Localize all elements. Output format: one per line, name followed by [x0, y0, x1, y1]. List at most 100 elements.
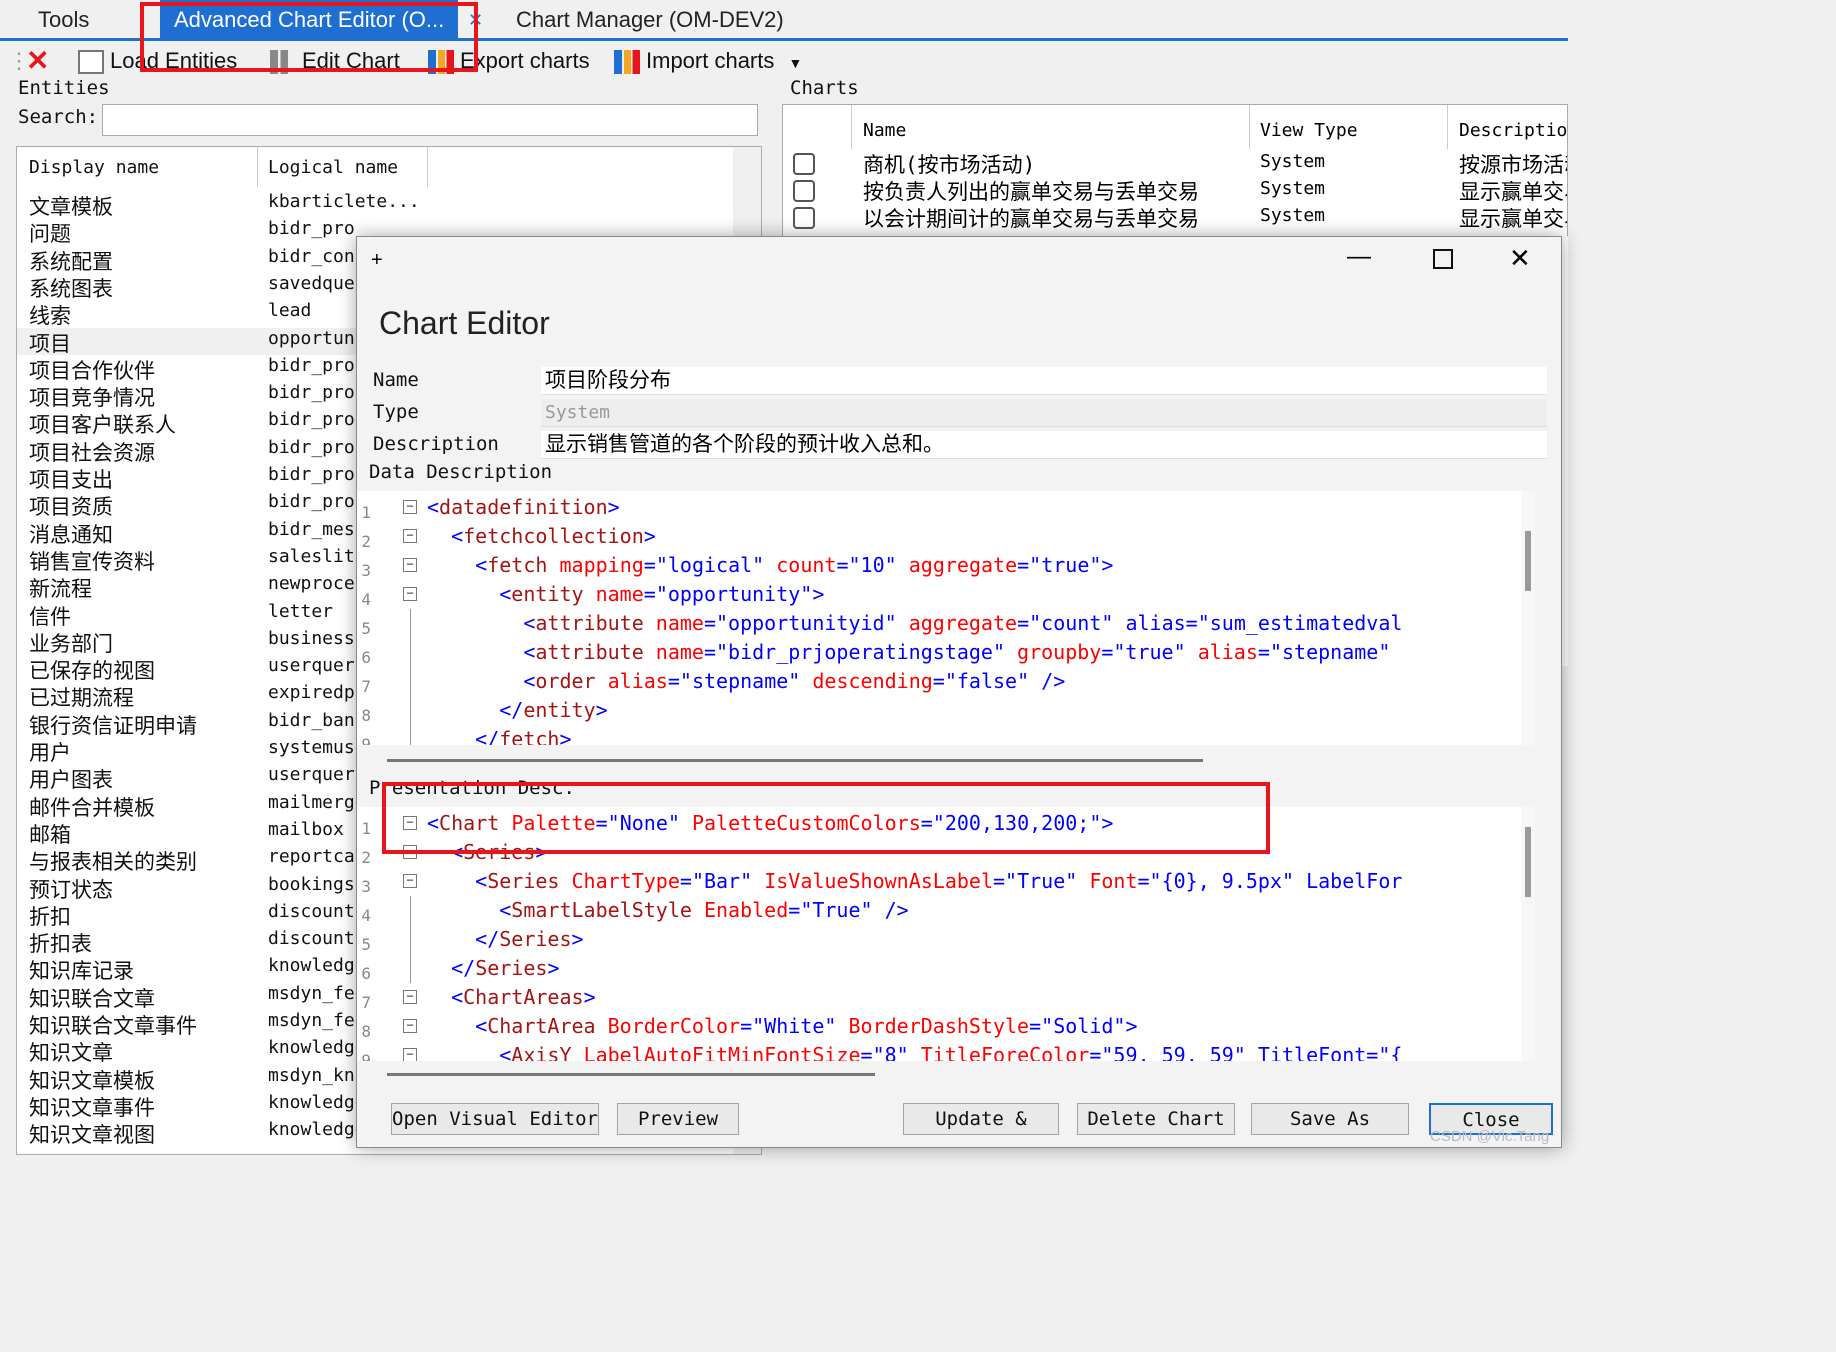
tab-chart-manager[interactable]: Chart Manager (OM-DEV2) [516, 0, 784, 38]
entity-display-name: 项目合作伙伴 [29, 358, 155, 383]
fold-toggle-icon[interactable]: − [403, 845, 417, 859]
load-entities-button[interactable]: Load Entities [78, 45, 237, 77]
data-description-label: Data Description [369, 461, 553, 483]
fold-toggle-icon[interactable]: − [403, 874, 417, 888]
tab-tools[interactable]: Tools [38, 0, 89, 38]
minimize-icon[interactable]: — [1347, 243, 1371, 271]
entity-logical-name: msdyn_kno [268, 1064, 356, 1086]
fold-toggle-icon[interactable]: − [403, 816, 417, 830]
scrollbar-thumb[interactable] [1525, 827, 1531, 897]
presentation-editor[interactable]: 1− <Chart Palette="None" PaletteCustomCol… [357, 807, 1535, 1061]
import-charts-button[interactable]: Import charts ▼ [614, 45, 802, 77]
entity-display-name: 已保存的视图 [29, 659, 155, 684]
chevron-down-icon[interactable]: ▼ [789, 55, 803, 71]
code-line: <order alias="stepname" descending="fals… [523, 669, 1066, 693]
save-as-button[interactable]: Save As [1251, 1103, 1409, 1135]
entity-display-name: 项目竞争情况 [29, 386, 155, 411]
name-input[interactable]: 项目阶段分布 [541, 367, 1547, 395]
description-label: Description [373, 433, 499, 455]
line-number: 7 [361, 993, 371, 1012]
entity-display-name: 知识联合文章事件 [29, 1014, 197, 1038]
horizontal-scrollbar[interactable] [387, 759, 1203, 762]
fold-toggle-icon[interactable]: − [403, 529, 417, 543]
entity-display-name: 折扣 [29, 904, 71, 929]
data-description-editor[interactable]: 1− <datadefinition> 2− <fetchcollection> 3−… [357, 491, 1535, 745]
line-number: 6 [361, 648, 371, 667]
entity-display-name: 折扣表 [29, 932, 92, 957]
entity-logical-name: discount [268, 928, 355, 950]
scrollbar[interactable] [1521, 491, 1535, 745]
line-number: 1 [361, 503, 371, 522]
fold-guide [410, 696, 411, 725]
entity-logical-name: savedquer [268, 272, 356, 294]
table-icon [78, 50, 104, 75]
tab-advanced-chart-editor[interactable]: Advanced Chart Editor (O... [160, 0, 459, 38]
row-checkbox[interactable] [793, 207, 815, 229]
row-checkbox[interactable] [793, 180, 815, 202]
entity-logical-name: bidr_proj [268, 464, 356, 485]
line-number: 8 [361, 706, 371, 725]
entity-logical-name: userquery [268, 655, 356, 677]
code-line: <datadefinition> [427, 495, 620, 519]
entity-display-name: 用户 [29, 741, 71, 765]
plus-icon[interactable]: + [371, 249, 383, 272]
fold-toggle-icon[interactable]: − [403, 558, 417, 572]
maximize-icon[interactable] [1433, 249, 1453, 269]
column-header-name[interactable]: Name [863, 120, 906, 141]
entity-logical-name: bidr_pros [268, 436, 356, 458]
fold-toggle-icon[interactable]: − [403, 990, 417, 1004]
update-button[interactable]: Update & [903, 1103, 1059, 1135]
entity-logical-name: bidr_proj [268, 382, 356, 404]
close-tab-icon[interactable]: ✕ [468, 0, 483, 38]
fold-toggle-icon[interactable]: − [403, 500, 417, 514]
chart-row[interactable]: 以会计期间计的赢单交易与丢单交易 System 显示赢单交易 [783, 203, 1567, 231]
chart-row[interactable]: 按负责人列出的赢单交易与丢单交易 System 显示赢单交易 [783, 176, 1567, 204]
entity-logical-name: bidr_proissue [268, 218, 356, 240]
export-charts-button[interactable]: Export charts [428, 45, 590, 77]
column-header-logical-name[interactable]: Logical name [268, 157, 398, 178]
horizontal-scrollbar[interactable] [387, 1073, 875, 1076]
edit-chart-button[interactable]: Edit Chart [270, 45, 400, 77]
fold-guide [410, 925, 411, 954]
delete-chart-button[interactable]: Delete Chart [1077, 1103, 1235, 1135]
code-line: <entity name="opportunity"> [499, 582, 825, 606]
entity-display-name: 知识文章事件 [29, 1095, 155, 1120]
entity-logical-name: business [268, 627, 355, 649]
fold-toggle-icon[interactable]: − [403, 1019, 417, 1033]
line-number: 6 [361, 964, 371, 983]
column-header-view-type[interactable]: View Type [1260, 120, 1358, 141]
search-input[interactable] [102, 104, 758, 136]
entity-display-name: 信件 [29, 604, 71, 629]
description-input[interactable]: 显示销售管道的各个阶段的预计收入总和。 [541, 431, 1547, 459]
code-line: <ChartArea BorderColor="White" BorderDas… [475, 1014, 1138, 1038]
entity-logical-name: saleslit [268, 545, 355, 567]
preview-button[interactable]: Preview [617, 1103, 739, 1135]
open-visual-editor-button[interactable]: Open Visual Editor [391, 1103, 599, 1135]
entity-display-name: 系统配置 [29, 249, 113, 274]
line-number: 8 [361, 1022, 371, 1041]
column-header-display-name[interactable]: Display name [29, 157, 159, 178]
close-window-icon[interactable]: ✕ [1509, 243, 1531, 274]
close-icon[interactable]: ✕ [26, 45, 49, 77]
watermark: CSDN @Vic.Tang [1430, 1128, 1550, 1145]
entity-logical-name: bidr_proj [268, 491, 356, 513]
column-divider [257, 147, 258, 187]
bar-chart-icon [428, 50, 454, 75]
scrollbar-thumb[interactable] [1525, 531, 1531, 591]
line-number: 1 [361, 819, 371, 838]
entity-display-name: 与报表相关的类别 [29, 850, 197, 875]
row-checkbox[interactable] [793, 153, 815, 175]
fold-guide [410, 725, 411, 745]
entity-display-name: 项目社会资源 [29, 440, 155, 465]
chart-row[interactable]: 商机(按市场活动) System 按源市场活动 [783, 149, 1567, 177]
entity-logical-name: discount [268, 900, 355, 922]
entity-row[interactable]: 文章模板 kbarticlete... [17, 191, 761, 219]
entity-display-name: 项目客户联系人 [29, 413, 176, 438]
fold-toggle-icon[interactable]: − [403, 587, 417, 601]
chart-editor-dialog: + — ✕ Chart Editor Name 项目阶段分布 Type Syst… [356, 236, 1562, 1148]
column-header-description[interactable]: Description [1459, 120, 1567, 141]
fold-toggle-icon[interactable]: − [403, 1048, 417, 1061]
chart-name: 按负责人列出的赢单交易与丢单交易 [863, 180, 1199, 204]
column-divider [427, 147, 428, 187]
line-number: 9 [361, 1051, 371, 1061]
